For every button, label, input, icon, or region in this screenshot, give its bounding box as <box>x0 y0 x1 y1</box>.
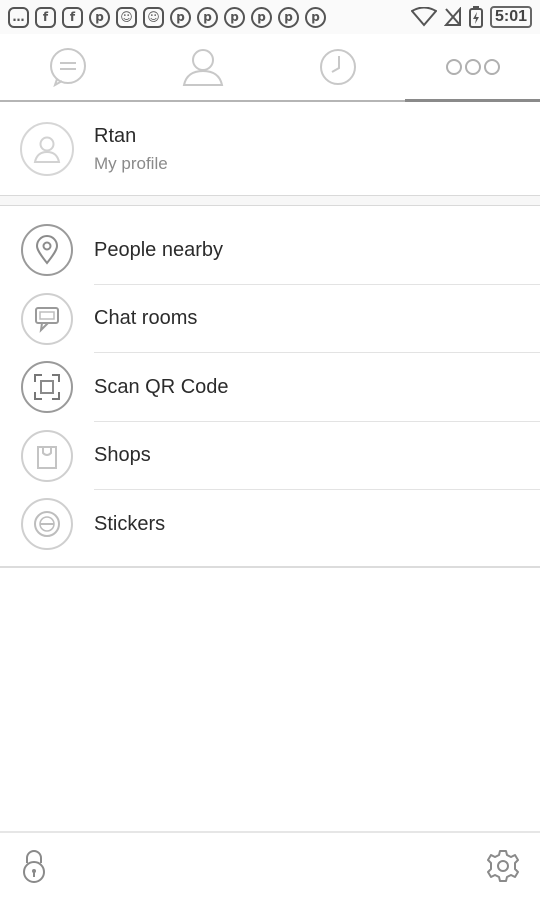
section-gap <box>0 196 540 205</box>
qr-scan-icon <box>21 361 73 414</box>
facebook-icon: f <box>62 6 83 28</box>
chat-rooms-icon <box>21 292 73 345</box>
pinterest-icon: p <box>197 6 218 28</box>
menu-item-chat-rooms[interactable]: Chat rooms <box>0 285 540 353</box>
wifi-icon <box>410 7 437 27</box>
profile-name: Rtan <box>94 124 137 147</box>
menu-item-stickers[interactable]: Stickers <box>0 490 540 559</box>
pinterest-icon: p <box>305 6 326 28</box>
message-icon: … <box>8 6 29 28</box>
location-pin-icon <box>21 224 73 277</box>
tab-contacts[interactable] <box>135 34 270 100</box>
chat-icon <box>49 48 86 87</box>
pinterest-icon: p <box>224 6 245 28</box>
clock-time: 5:01 <box>489 6 532 28</box>
tab-more[interactable] <box>405 34 540 100</box>
cat-icon: ☺ <box>143 6 164 28</box>
bottom-bar <box>0 833 540 897</box>
menu-item-people-nearby[interactable]: People nearby <box>0 216 540 285</box>
settings-button[interactable] <box>486 849 520 888</box>
more-icon <box>445 59 500 75</box>
profile-subtitle: My profile <box>94 153 168 173</box>
no-signal-icon <box>443 7 461 26</box>
pinterest-icon: p <box>251 6 272 28</box>
facebook-icon: f <box>35 6 56 28</box>
avatar-placeholder-icon <box>33 136 61 163</box>
cat-icon: ☺ <box>116 6 137 28</box>
avatar <box>20 122 74 176</box>
profile-text: Rtan My profile <box>94 125 168 174</box>
battery-charging-icon <box>468 6 483 28</box>
menu-item-label: Shops <box>94 444 151 467</box>
pinterest-icon: p <box>278 6 299 28</box>
menu-item-shops[interactable]: Shops <box>0 422 540 490</box>
tab-chats[interactable] <box>0 34 135 100</box>
divider <box>0 205 540 206</box>
divider <box>0 566 540 568</box>
menu-item-label: Scan QR Code <box>94 375 229 398</box>
sticker-icon <box>21 498 73 551</box>
tab-history[interactable] <box>270 34 405 100</box>
notification-icons: … f f p ☺ ☺ p p p p p p <box>8 6 326 28</box>
active-tab-indicator <box>405 99 540 102</box>
menu-item-scan-qr-code[interactable]: Scan QR Code <box>0 353 540 422</box>
more-menu-list: People nearby Chat rooms Scan QR Code Sh… <box>0 216 540 559</box>
my-profile-row[interactable]: Rtan My profile <box>0 103 540 195</box>
pinterest-icon: p <box>170 6 191 28</box>
person-icon <box>182 49 223 86</box>
system-icons: 5:01 <box>410 6 532 28</box>
menu-item-label: People nearby <box>94 238 223 261</box>
status-bar: … f f p ☺ ☺ p p p p p p 5:01 <box>0 0 540 34</box>
clock-icon <box>319 49 356 85</box>
settings-gear-icon <box>487 850 519 882</box>
top-tab-bar <box>0 34 540 100</box>
lock-button[interactable] <box>20 849 48 888</box>
menu-item-label: Stickers <box>94 512 166 535</box>
pinterest-icon: p <box>89 6 110 28</box>
tab-underline <box>0 99 540 102</box>
menu-item-label: Chat rooms <box>94 307 198 330</box>
shop-bag-icon <box>21 429 73 482</box>
lock-icon <box>23 850 45 883</box>
